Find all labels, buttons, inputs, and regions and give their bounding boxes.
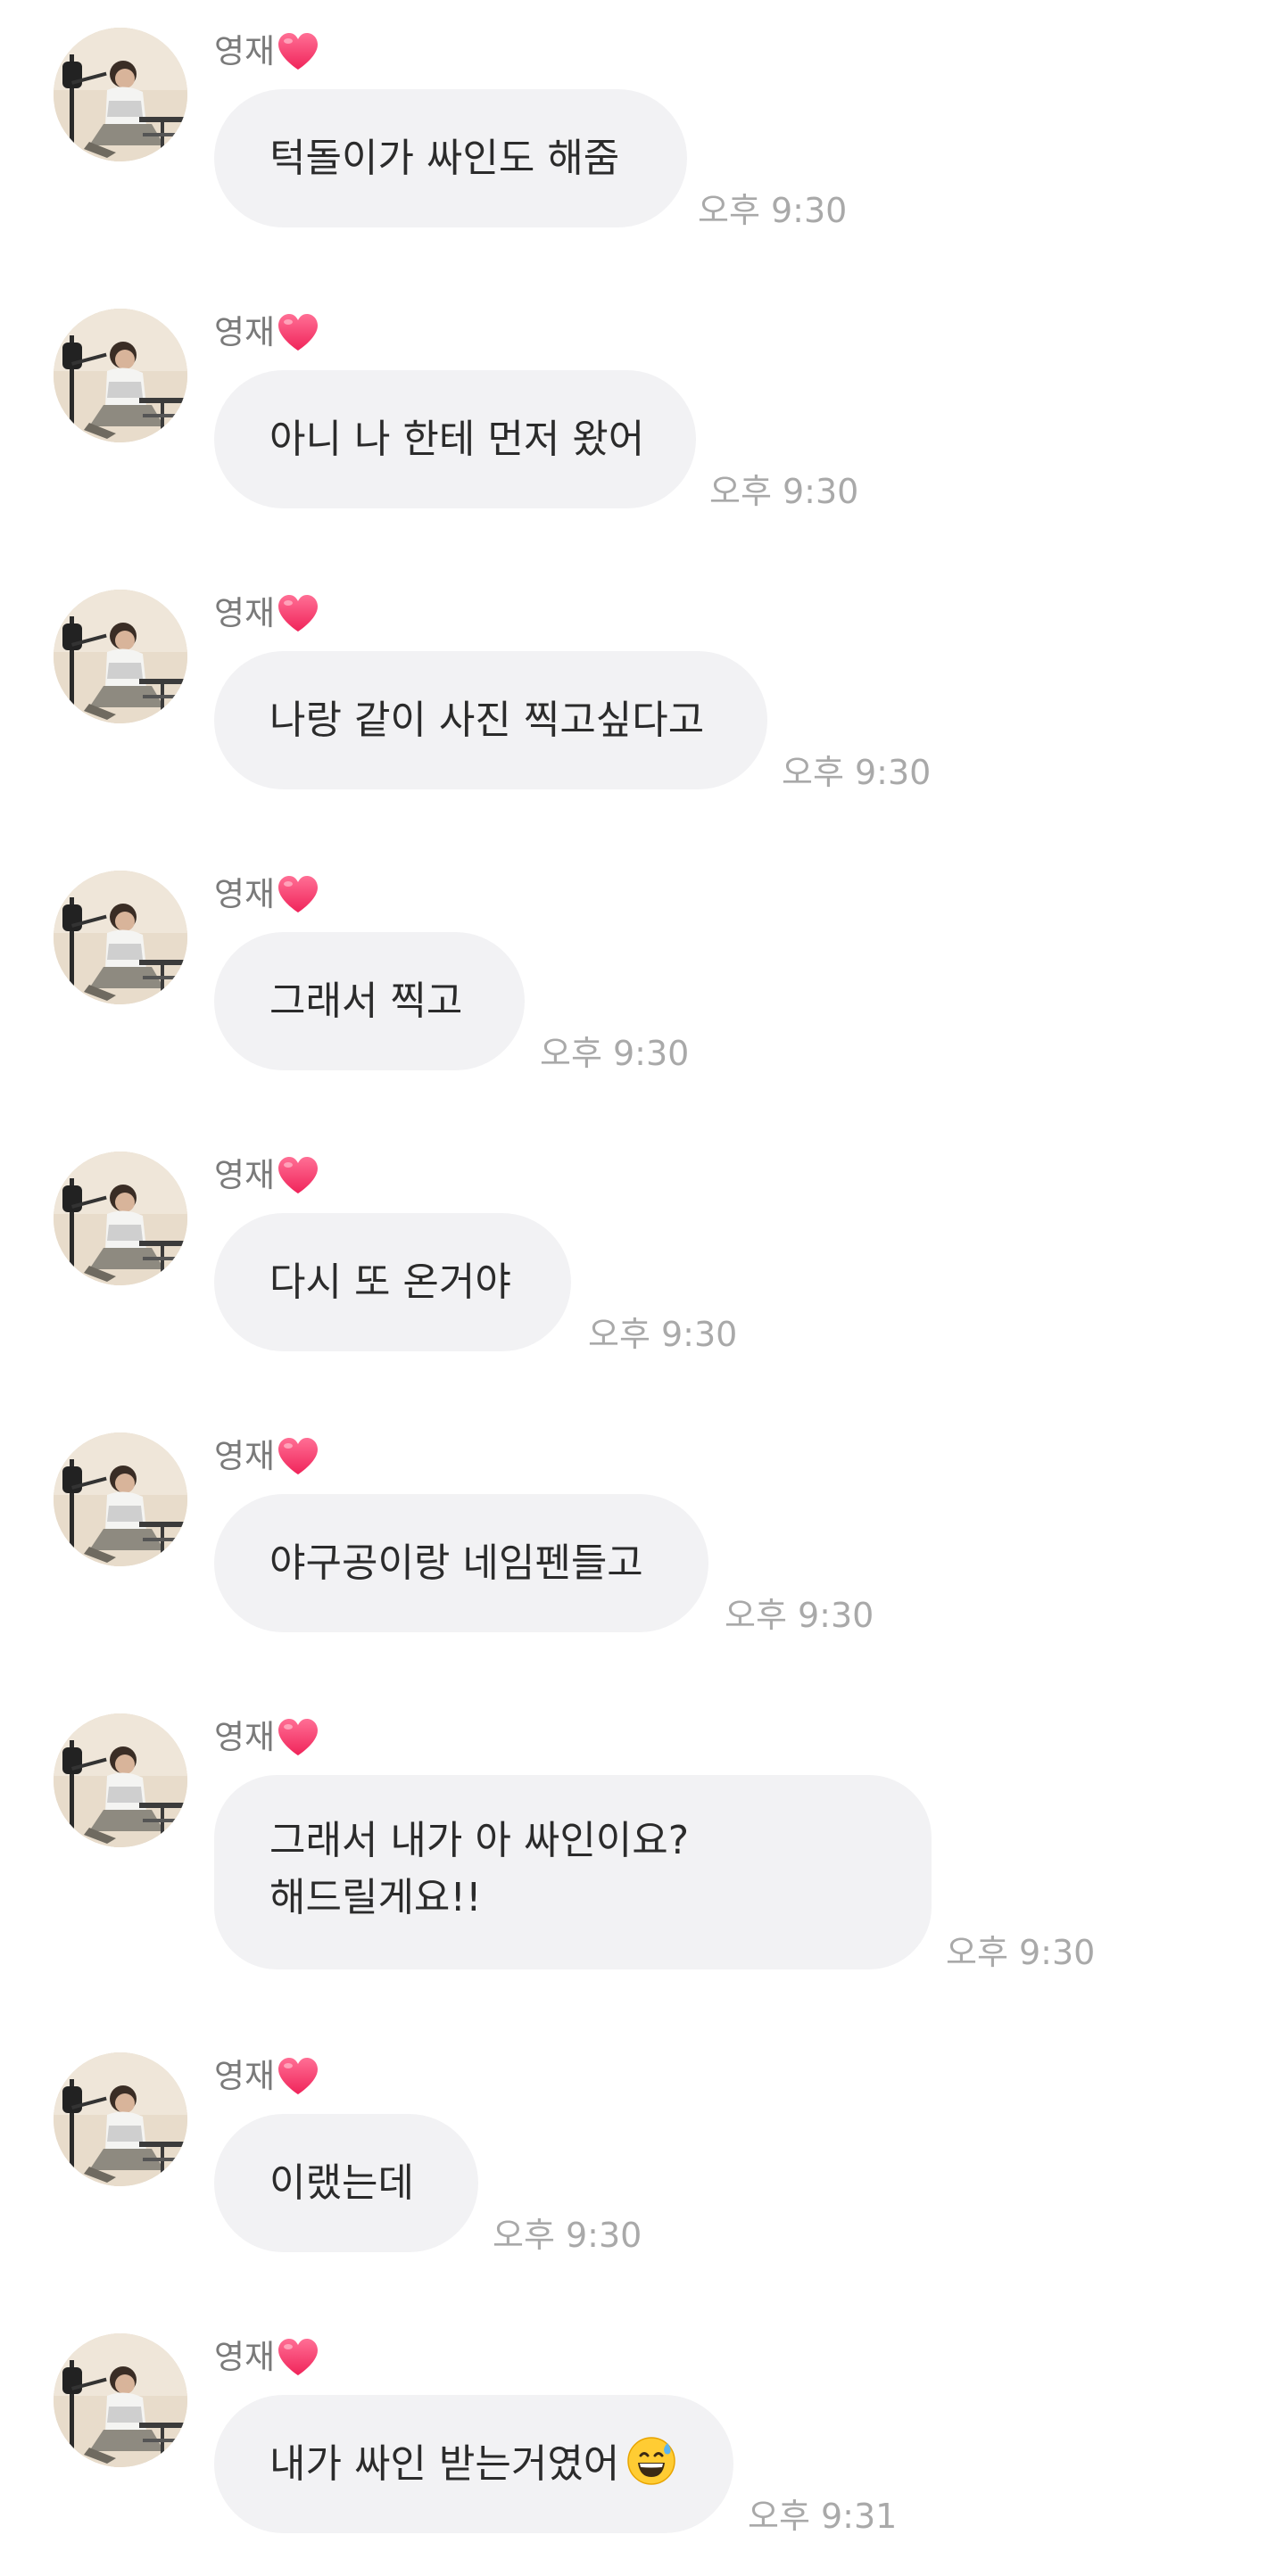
message-row: 영재 다시 또 온거야 오후 9:30 xyxy=(0,1124,1284,1374)
message-timestamp: 오후 9:30 xyxy=(540,1034,690,1073)
message-bubble[interactable]: 다시 또 온거야 xyxy=(214,1213,571,1351)
sender-label: 영재 xyxy=(214,1433,319,1480)
message-row: 영재 나랑 같이 사진 찍고싶다고 오후 9:30 xyxy=(0,562,1284,812)
sender-label: 영재 xyxy=(214,2334,319,2381)
message-bubble[interactable]: 그래서 내가 아 싸인이요? 해드릴게요!! xyxy=(214,1775,932,1969)
sender-label: 영재 xyxy=(214,1714,319,1761)
message-row: 영재 아니 나 한테 먼저 왔어 오후 9:30 xyxy=(0,281,1284,531)
heart-icon xyxy=(277,875,319,914)
sender-label: 영재 xyxy=(214,310,319,356)
sender-name: 영재 xyxy=(214,2057,276,2095)
message-timestamp: 오후 9:30 xyxy=(782,753,932,792)
avatar[interactable] xyxy=(54,2052,187,2186)
heart-icon xyxy=(277,1156,319,1195)
message-row: 영재 이랬는데 오후 9:30 xyxy=(0,2025,1284,2275)
heart-icon xyxy=(277,1718,319,1757)
sender-name: 영재 xyxy=(214,875,276,913)
sender-label: 영재 xyxy=(214,29,319,75)
message-timestamp: 오후 9:30 xyxy=(946,1933,1096,1972)
message-bubble[interactable]: 야구공이랑 네임펜들고 xyxy=(214,1494,708,1632)
sender-name: 영재 xyxy=(214,2338,276,2376)
heart-icon xyxy=(277,2057,319,2096)
avatar[interactable] xyxy=(54,1713,187,1847)
heart-icon xyxy=(277,1437,319,1476)
message-timestamp: 오후 9:30 xyxy=(725,1596,874,1635)
message-row: 영재 턱돌이가 싸인도 해줌 오후 9:30 xyxy=(0,0,1284,250)
avatar[interactable] xyxy=(54,1152,187,1285)
grinning-sweat-emoji-icon xyxy=(627,2437,676,2485)
heart-icon xyxy=(277,594,319,633)
sender-name: 영재 xyxy=(214,1437,276,1475)
sender-label: 영재 xyxy=(214,871,319,918)
heart-icon xyxy=(277,313,319,352)
sender-name: 영재 xyxy=(214,594,276,632)
message-bubble[interactable]: 턱돌이가 싸인도 해줌 xyxy=(214,89,687,227)
avatar[interactable] xyxy=(54,2333,187,2467)
avatar[interactable] xyxy=(54,590,187,723)
message-timestamp: 오후 9:31 xyxy=(748,2497,898,2536)
sender-label: 영재 xyxy=(214,590,319,637)
message-row: 영재 그래서 내가 아 싸인이요? 해드릴게요!! 오후 9:30 xyxy=(0,1686,1284,2007)
message-timestamp: 오후 9:30 xyxy=(698,191,848,230)
message-bubble[interactable]: 아니 나 한테 먼저 왔어 xyxy=(214,370,696,508)
heart-icon xyxy=(277,32,319,71)
sender-label: 영재 xyxy=(214,1152,319,1199)
message-bubble[interactable]: 나랑 같이 사진 찍고싶다고 xyxy=(214,651,767,789)
sender-label: 영재 xyxy=(214,2053,319,2100)
sender-name: 영재 xyxy=(214,1156,276,1194)
message-row: 영재 내가 싸인 받는거였어 오후 9:31 xyxy=(0,2306,1284,2555)
message-row: 영재 그래서 찍고 오후 9:30 xyxy=(0,843,1284,1093)
sender-name: 영재 xyxy=(214,1718,276,1756)
message-timestamp: 오후 9:30 xyxy=(588,1315,738,1354)
message-row: 영재 야구공이랑 네임펜들고 오후 9:30 xyxy=(0,1405,1284,1655)
avatar[interactable] xyxy=(54,871,187,1004)
message-bubble[interactable]: 내가 싸인 받는거였어 xyxy=(214,2395,733,2533)
message-timestamp: 오후 9:30 xyxy=(493,2216,642,2255)
heart-icon xyxy=(277,2338,319,2377)
avatar[interactable] xyxy=(54,309,187,442)
sender-name: 영재 xyxy=(214,32,276,70)
avatar[interactable] xyxy=(54,28,187,161)
message-timestamp: 오후 9:30 xyxy=(709,472,859,511)
message-bubble[interactable]: 이랬는데 xyxy=(214,2114,478,2252)
message-bubble[interactable]: 그래서 찍고 xyxy=(214,932,525,1070)
avatar[interactable] xyxy=(54,1432,187,1566)
message-text: 내가 싸인 받는거였어 xyxy=(269,2441,620,2487)
sender-name: 영재 xyxy=(214,313,276,351)
